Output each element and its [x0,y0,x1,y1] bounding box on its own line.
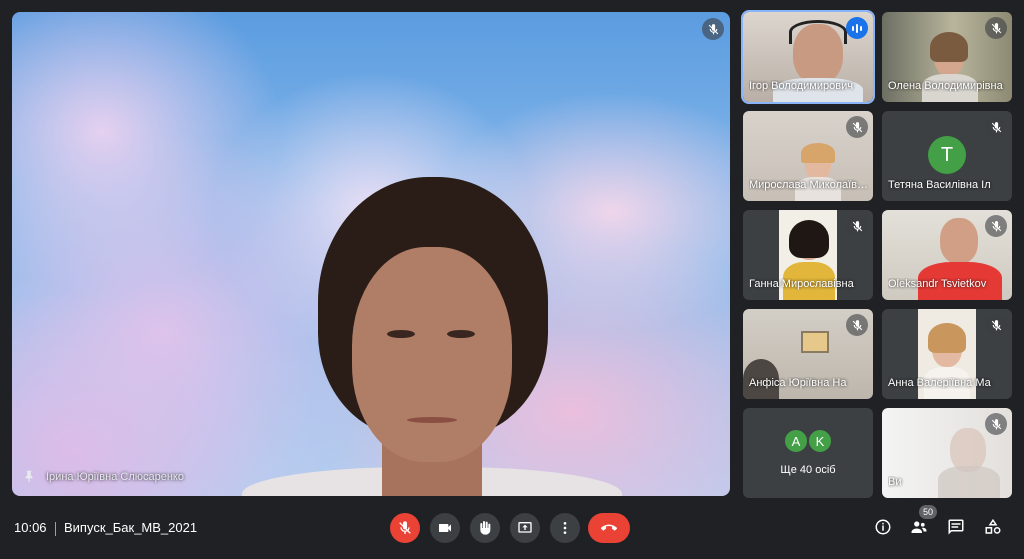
mic-off-icon [985,413,1007,435]
participant-avatar: T [928,136,966,174]
participant-tile[interactable]: Ганна Мирославівна [743,210,873,300]
participant-name: Олена Володимирівна [888,80,1003,92]
people-icon [911,521,927,533]
participant-name: Ганна Мирославівна [749,278,854,290]
divider [55,522,56,536]
leave-call-button[interactable] [588,513,630,543]
mic-off-icon [399,521,411,534]
speaking-indicator-icon [846,17,868,39]
more-vertical-icon [563,522,567,534]
participant-name: Ви [888,476,902,488]
mic-off-icon [985,314,1007,336]
participant-tile[interactable]: Олена Володимирівна [882,12,1012,102]
participant-name: Oleksandr Tsvietkov [888,278,987,290]
participant-name: Мирослава Миколаївна [749,179,869,191]
hang-up-icon [601,524,617,531]
chat-icon [948,519,964,535]
activities-button[interactable] [982,516,1004,538]
participant-tile[interactable]: Oleksandr Tsvietkov [882,210,1012,300]
main-speaker-name: Ірина Юріївна Слюсаренко [46,471,184,483]
participant-count-badge: 50 [919,505,937,519]
chat-button[interactable] [945,516,967,538]
shapes-icon [985,518,1001,534]
participant-tile[interactable]: Ігор Володимирович [741,10,875,104]
participant-tile[interactable]: T Тетяна Василівна Іл [882,111,1012,201]
mic-off-icon [846,215,868,237]
more-participants-tile[interactable]: A K Ще 40 осіб [743,408,873,498]
clock: 10:06 [14,520,47,535]
participants-button[interactable] [908,516,930,538]
mic-off-icon [702,18,724,40]
meeting-name: Випуск_Бак_МВ_2021 [64,520,198,535]
participant-name: Анфіса Юріївна На [749,377,847,389]
raise-hand-button[interactable] [470,513,500,543]
bottom-toolbar: 10:06 Випуск_Бак_МВ_2021 50 [0,505,1024,559]
video-camera-icon [439,524,451,532]
participant-tile[interactable]: Мирослава Миколаївна [743,111,873,201]
present-screen-button[interactable] [510,513,540,543]
mic-off-icon [985,215,1007,237]
mic-off-icon [846,116,868,138]
camera-toggle-button[interactable] [430,513,460,543]
self-view-tile[interactable]: Ви [882,408,1012,498]
mic-off-icon [985,116,1007,138]
participant-avatar: K [807,428,833,454]
participant-tile[interactable]: Анна Валеріївна Ма [882,309,1012,399]
participant-avatar: A [783,428,809,454]
participant-name: Ігор Володимирович [749,80,853,92]
participant-tile[interactable]: Анфіса Юріївна На [743,309,873,399]
meeting-details-button[interactable] [872,516,894,538]
info-icon [875,519,891,535]
mic-off-icon [985,17,1007,39]
pin-icon[interactable] [22,468,36,484]
participant-name: Анна Валеріївна Ма [888,377,991,389]
main-video-tile[interactable]: Ірина Юріївна Слюсаренко [12,12,730,496]
microphone-toggle-button[interactable] [390,513,420,543]
more-participants-label: Ще 40 осіб [780,464,836,476]
hand-icon [480,521,491,535]
mic-off-icon [846,314,868,336]
more-options-button[interactable] [550,513,580,543]
participant-name: Тетяна Василівна Іл [888,179,991,191]
present-icon [518,522,532,533]
